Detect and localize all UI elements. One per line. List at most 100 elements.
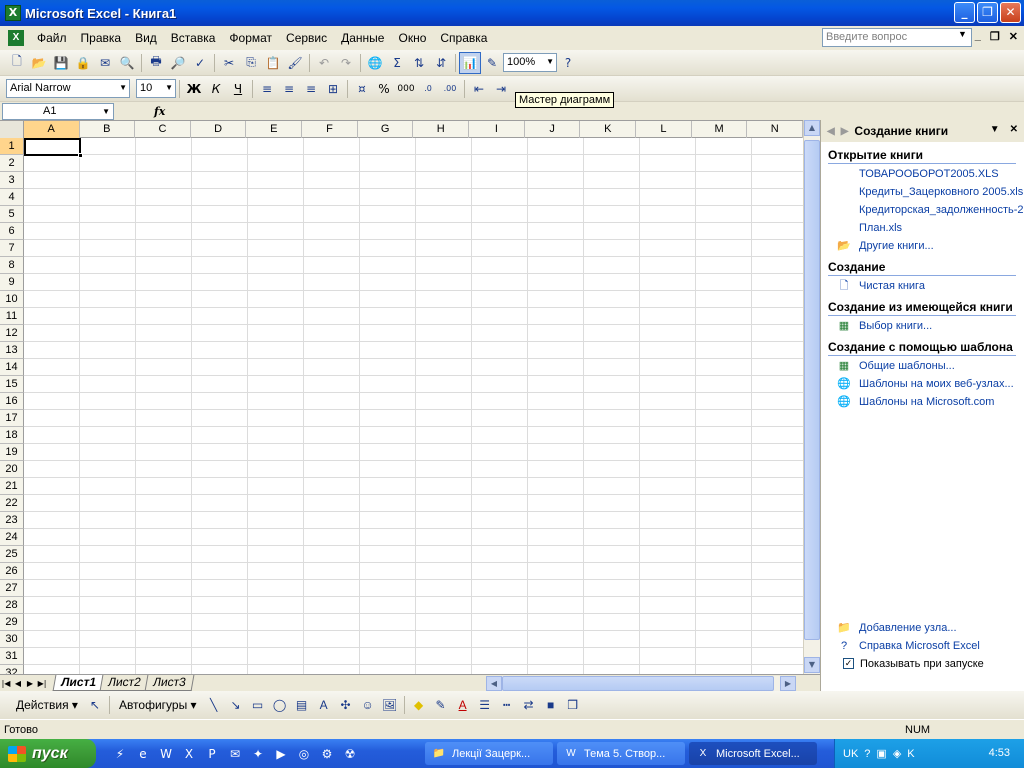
powerpoint-icon[interactable]: P [201, 743, 223, 765]
outlook-icon[interactable]: ✉ [224, 743, 246, 765]
hyperlink-icon[interactable]: 🌐 [364, 52, 386, 74]
antivirus-icon[interactable]: K [907, 748, 914, 760]
format-painter-icon[interactable]: 🖌 [284, 52, 306, 74]
row-header[interactable]: 31 [0, 648, 24, 665]
chart-wizard-icon[interactable]: 📊 [459, 51, 481, 74]
column-header[interactable]: G [358, 121, 414, 138]
font-size-select[interactable]: 10 ▼ [136, 79, 176, 98]
line-style-icon[interactable]: ☰ [474, 694, 496, 716]
select-all-corner[interactable] [0, 121, 24, 138]
internet-explorer-icon[interactable]: e [132, 743, 154, 765]
media-player-icon[interactable]: ▶ [270, 743, 292, 765]
row-header[interactable]: 18 [0, 427, 24, 444]
row-header[interactable]: 10 [0, 291, 24, 308]
task-excel[interactable]: X Microsoft Excel... [689, 742, 817, 765]
document-icon[interactable]: X [8, 30, 24, 46]
autoshapes-menu[interactable]: Автофигуры ▾ [113, 698, 203, 712]
align-right-icon[interactable]: ≡ [300, 78, 322, 100]
row-header[interactable]: 29 [0, 614, 24, 631]
ms-templates-link[interactable]: 🌐 Шаблоны на Microsoft.com [821, 393, 1024, 410]
decrease-indent-icon[interactable]: ⇤ [468, 78, 490, 100]
column-header[interactable]: M [692, 121, 748, 138]
print-preview-icon[interactable]: 🔎 [167, 52, 189, 74]
percent-icon[interactable]: % [373, 78, 395, 100]
arrow-icon[interactable]: ↘ [225, 694, 247, 716]
font-color-icon[interactable]: A [452, 694, 474, 716]
tray-app-icon[interactable]: ◈ [893, 747, 901, 760]
close-icon[interactable]: ✕ [1010, 124, 1018, 135]
scroll-left-button[interactable]: ◀ [486, 676, 502, 691]
sheet-tab-2[interactable]: Лист2 [99, 675, 150, 691]
choose-book-link[interactable]: ▦ Выбор книги... [821, 317, 1024, 334]
quicklaunch-app-icon[interactable]: ☢ [339, 743, 361, 765]
menu-data[interactable]: Данные [334, 29, 391, 47]
line-icon[interactable]: ╲ [203, 694, 225, 716]
checkbox-checked-icon[interactable]: ✓ [843, 658, 854, 669]
row-header[interactable]: 15 [0, 376, 24, 393]
start-button[interactable]: пуск [0, 739, 96, 768]
increase-indent-icon[interactable]: ⇥ [490, 78, 512, 100]
save-icon[interactable]: 💾 [50, 52, 72, 74]
sort-ascending-icon[interactable]: ⇅ [408, 52, 430, 74]
shadow-icon[interactable]: ■ [540, 694, 562, 716]
row-header[interactable]: 32 [0, 665, 24, 674]
rectangle-icon[interactable]: ▭ [247, 694, 269, 716]
sheet-tab-1[interactable]: Лист1 [52, 675, 105, 691]
recent-file-link[interactable]: ТОВАРООБОРОТ2005.XLS [821, 165, 1024, 182]
other-books-link[interactable]: 📂 Другие книги... [821, 237, 1024, 254]
decrease-decimal-icon[interactable]: .00 [439, 78, 461, 100]
print-icon[interactable]: 🖶 [145, 52, 167, 74]
oval-icon[interactable]: ◯ [269, 694, 291, 716]
row-header[interactable]: 19 [0, 444, 24, 461]
increase-decimal-icon[interactable]: .0 [417, 78, 439, 100]
row-header[interactable]: 9 [0, 274, 24, 291]
worksheet[interactable]: ABCDEFGHIJKLMN 1 2 3 4 5 6 7 8 9 10 11 12 13 14 15 16 17… [0, 120, 820, 674]
row-header[interactable]: 23 [0, 512, 24, 529]
textbox-icon[interactable]: ▤ [291, 694, 313, 716]
horizontal-scrollbar[interactable]: ◀ ▶ [486, 676, 796, 691]
currency-icon[interactable]: ¤ [351, 78, 373, 100]
spelling-icon[interactable]: ✓ [189, 52, 211, 74]
align-center-icon[interactable]: ≡ [278, 78, 300, 100]
diagram-icon[interactable]: ✣ [335, 694, 357, 716]
scroll-up-button[interactable]: ▲ [804, 120, 820, 136]
help-icon[interactable]: ? [557, 52, 579, 74]
row-header[interactable]: 20 [0, 461, 24, 478]
general-templates-link[interactable]: ▦ Общие шаблоны... [821, 357, 1024, 374]
merge-center-icon[interactable]: ⊞ [322, 78, 344, 100]
autosum-icon[interactable]: Σ [386, 52, 408, 74]
row-header[interactable]: 21 [0, 478, 24, 495]
task-folder[interactable]: 📁 Лекції Зацерк... [425, 742, 553, 765]
actions-menu[interactable]: Действия ▾ [10, 698, 84, 712]
row-header[interactable]: 8 [0, 257, 24, 274]
menu-edit[interactable]: Правка [74, 29, 129, 47]
sheet-tab-3[interactable]: Лист3 [144, 675, 194, 691]
permission-icon[interactable]: 🔒 [72, 52, 94, 74]
line-color-icon[interactable]: ✎ [430, 694, 452, 716]
row-header[interactable]: 12 [0, 325, 24, 342]
ask-question-input[interactable]: Введите вопрос [822, 28, 972, 47]
cut-icon[interactable]: ✂ [218, 52, 240, 74]
column-header[interactable]: J [525, 121, 581, 138]
column-header[interactable]: F [302, 121, 358, 138]
column-header[interactable]: C [135, 121, 191, 138]
scroll-down-button[interactable]: ▼ [804, 657, 820, 673]
arrow-style-icon[interactable]: ⇄ [518, 694, 540, 716]
quicklaunch-app-icon[interactable]: ◎ [293, 743, 315, 765]
email-icon[interactable]: ✉ [94, 52, 116, 74]
redo-icon[interactable]: ↷ [335, 52, 357, 74]
menu-help[interactable]: Справка [433, 29, 494, 47]
excel-icon[interactable]: X [178, 743, 200, 765]
show-at-startup-checkbox[interactable]: ✓ Показывать при запуске [821, 655, 1024, 672]
menu-format[interactable]: Формат [222, 29, 279, 47]
back-icon[interactable]: ◀ [827, 126, 835, 137]
row-header[interactable]: 2 [0, 155, 24, 172]
row-header[interactable]: 14 [0, 359, 24, 376]
sort-descending-icon[interactable]: ⇵ [430, 52, 452, 74]
align-left-icon[interactable]: ≡ [256, 78, 278, 100]
menu-window[interactable]: Окно [391, 29, 433, 47]
doc-close-button[interactable]: ✕ [1009, 30, 1018, 43]
add-node-link[interactable]: 📁 Добавление узла... [821, 619, 1024, 636]
scroll-thumb[interactable] [502, 676, 774, 691]
column-header[interactable]: L [636, 121, 692, 138]
